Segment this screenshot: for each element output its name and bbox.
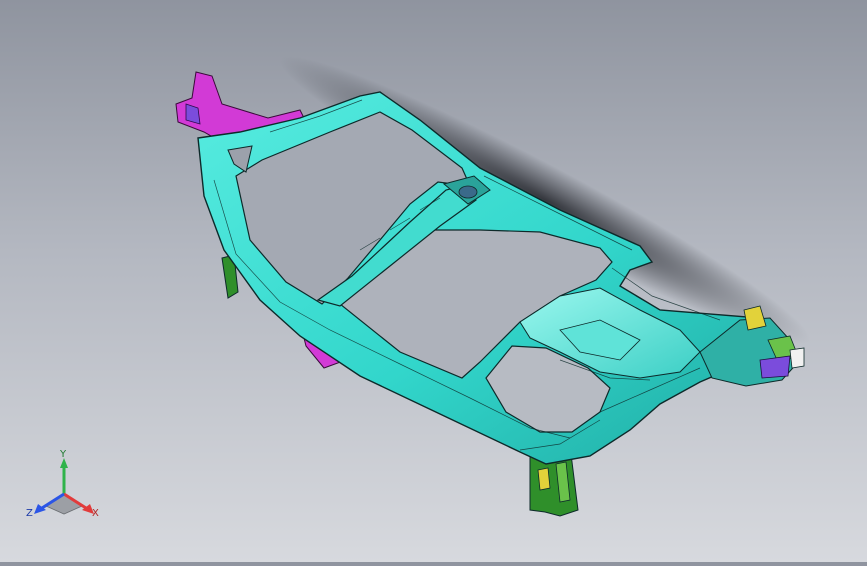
z-axis-label: Z <box>26 508 33 519</box>
model-canvas[interactable] <box>0 0 867 562</box>
triad-base <box>45 493 83 515</box>
x-axis-label: X <box>92 508 99 519</box>
cad-graphics-viewport[interactable] <box>0 0 867 562</box>
axis-triad[interactable]: Y X Z <box>24 448 104 520</box>
y-axis-label: Y <box>59 449 67 460</box>
